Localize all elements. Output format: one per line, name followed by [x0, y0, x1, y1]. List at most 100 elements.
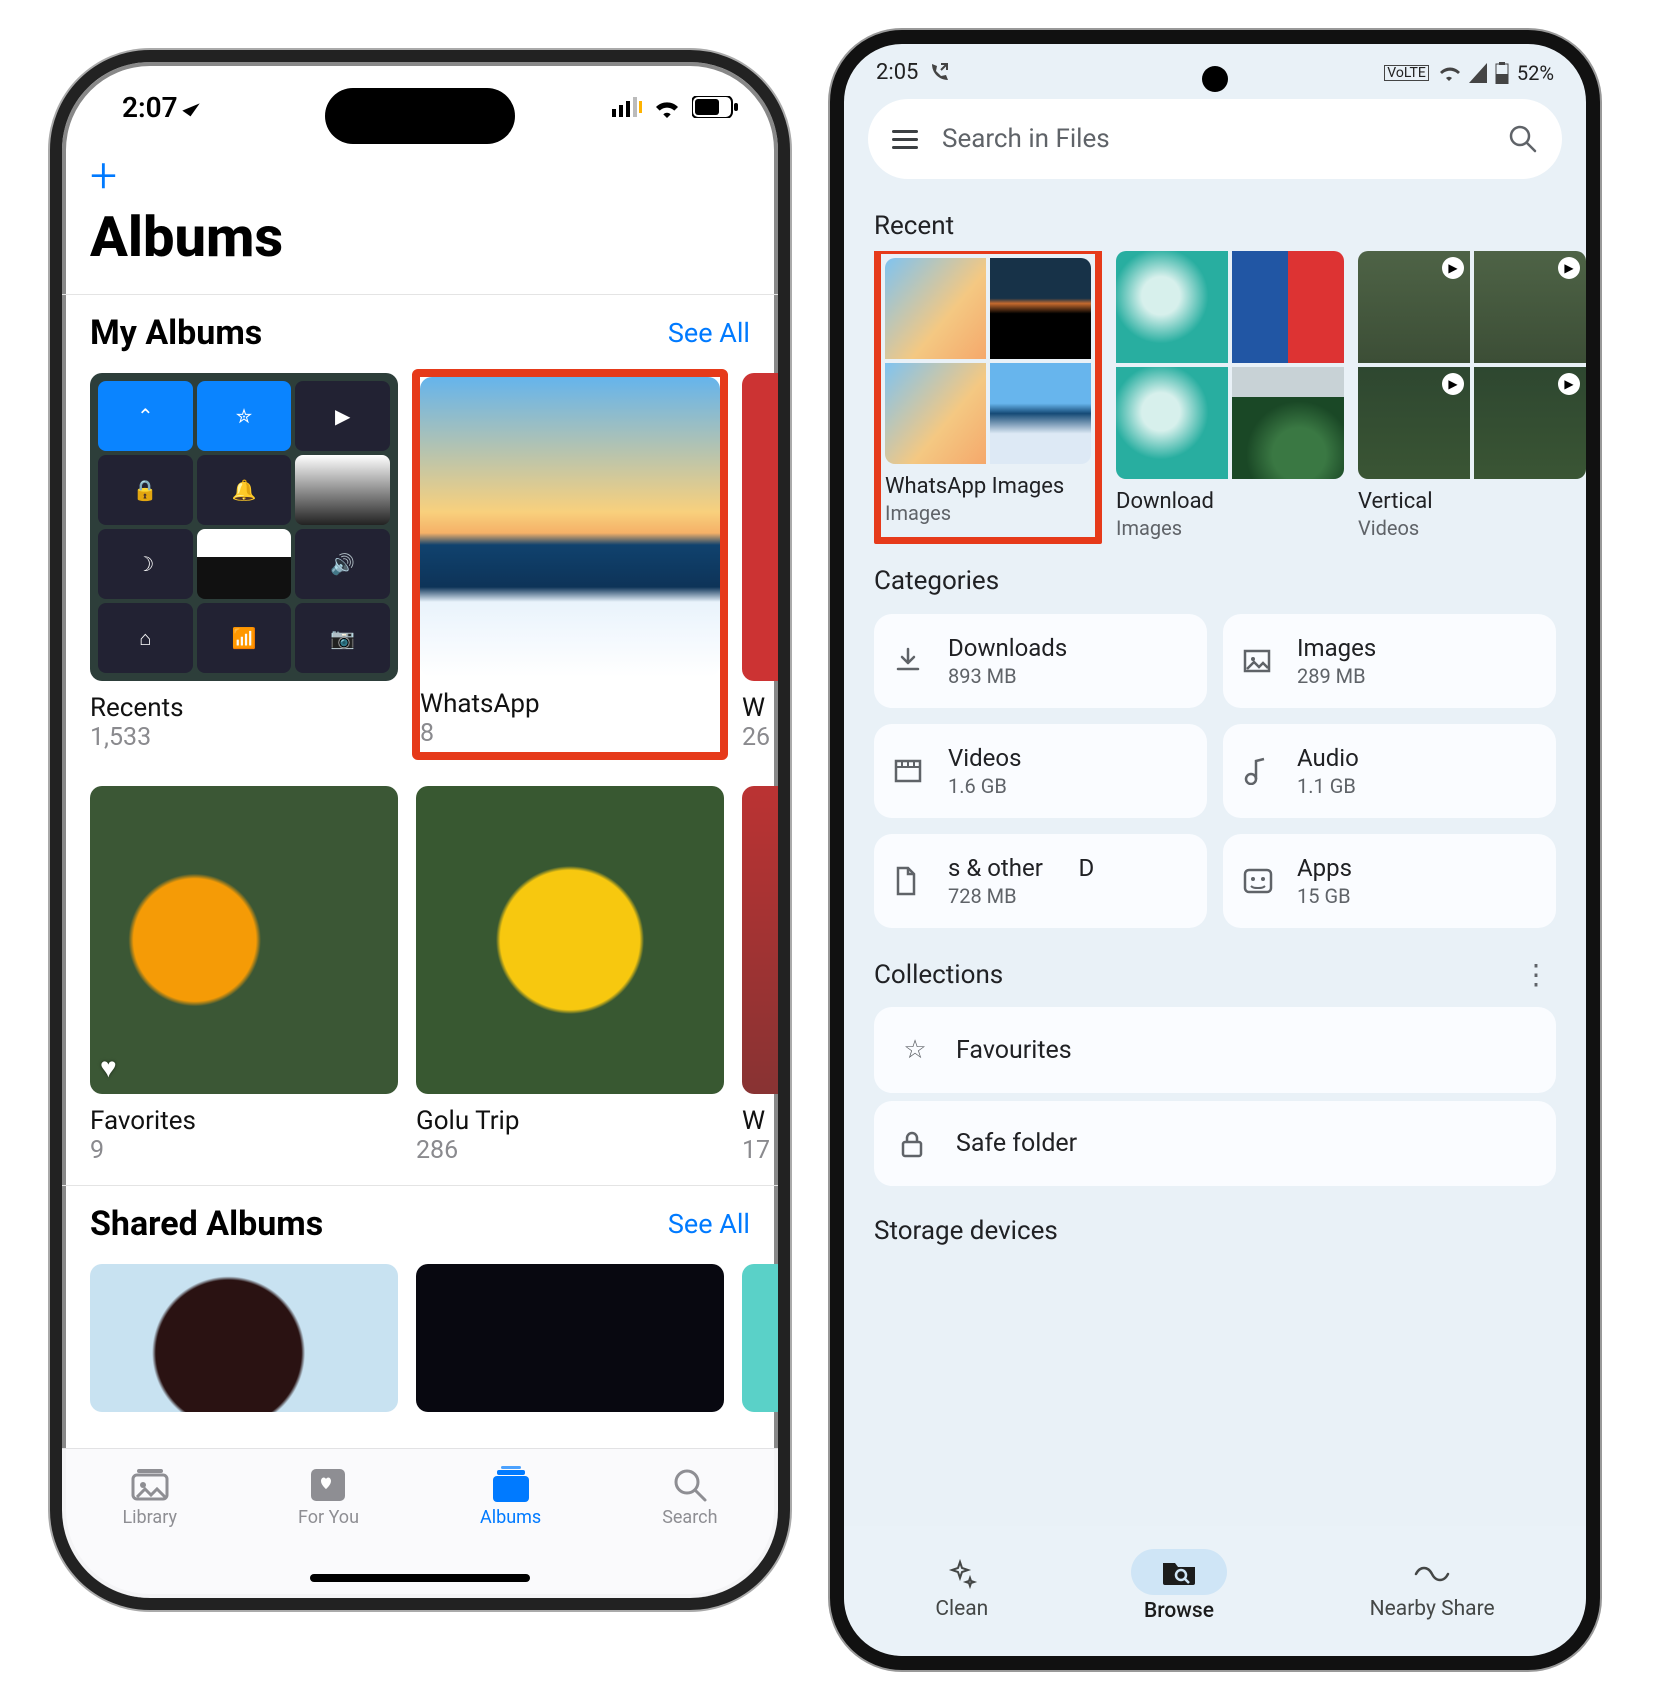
wifi-icon	[1437, 63, 1461, 83]
album-thumb	[416, 1264, 724, 1412]
more-icon[interactable]: ⋮	[1522, 958, 1550, 991]
ios-tabbar: Library For You Albums Search	[62, 1448, 778, 1598]
category-label: s & other D	[948, 854, 1094, 882]
album-thumb	[416, 786, 724, 1094]
album-thumb	[420, 377, 720, 677]
play-icon: ▶	[1442, 373, 1464, 395]
android-nav: Clean Browse Nearby Share	[844, 1526, 1586, 1656]
collection-safe-folder[interactable]: Safe folder	[874, 1101, 1556, 1186]
category-audio[interactable]: Audio1.1 GB	[1223, 724, 1556, 818]
tab-for-you[interactable]: For You	[298, 1463, 359, 1528]
signal-icon	[1469, 63, 1487, 83]
recent-whatsapp-images[interactable]: WhatsApp Images Images	[874, 251, 1102, 544]
category-sub: 289 MB	[1297, 664, 1376, 688]
shared-album-2[interactable]	[416, 1264, 724, 1412]
album-name: W	[742, 693, 778, 723]
shared-album-1[interactable]	[90, 1264, 398, 1412]
albums-icon	[490, 1466, 532, 1504]
album-thumb: ⌃✮▶ 🔒🔔 ☽🔊 ⌂📶📷	[90, 373, 398, 681]
recent-thumb-grid	[1116, 251, 1344, 479]
download-icon	[894, 647, 926, 675]
cellular-icon	[612, 97, 642, 117]
search-icon[interactable]	[1508, 124, 1538, 154]
play-icon: ▶	[1442, 257, 1464, 279]
my-albums-see-all[interactable]: See All	[668, 317, 750, 349]
album-name: Golu Trip	[416, 1106, 724, 1136]
category-apps[interactable]: Apps15 GB	[1223, 834, 1556, 928]
shared-album-3[interactable]	[742, 1264, 778, 1412]
star-icon: ☆	[900, 1035, 930, 1065]
album-name: WhatsApp	[420, 689, 720, 719]
my-albums-title: My Albums	[90, 313, 262, 353]
page-title: Albums	[62, 200, 778, 294]
category-label: Videos	[948, 744, 1021, 772]
album-name: Favorites	[90, 1106, 398, 1136]
category-images[interactable]: Images289 MB	[1223, 614, 1556, 708]
recent-type: Images	[885, 501, 1091, 525]
recent-type: Videos	[1358, 516, 1586, 540]
album-partial-2[interactable]: W 17	[742, 786, 778, 1165]
tab-label: For You	[298, 1507, 359, 1528]
my-albums-row: ⌃✮▶ 🔒🔔 ☽🔊 ⌂📶📷 Recents 1,533 WhatsApp 8 W…	[62, 363, 778, 776]
plus-icon: +	[90, 147, 117, 204]
shared-albums-title: Shared Albums	[90, 1204, 323, 1244]
tab-albums[interactable]: Albums	[480, 1463, 541, 1528]
battery-icon	[1495, 62, 1509, 84]
collections-title: Collections	[874, 960, 1003, 990]
tab-library[interactable]: Library	[122, 1463, 177, 1528]
collection-favourites[interactable]: ☆ Favourites	[874, 1007, 1556, 1093]
for-you-icon	[309, 1467, 347, 1503]
album-thumb	[90, 1264, 398, 1412]
tab-label: Albums	[480, 1507, 541, 1528]
android-frame: 2:05 VoLTE 52% Search in Files Recent	[830, 30, 1600, 1670]
album-thumb	[742, 373, 778, 681]
category-sub: 893 MB	[948, 664, 1067, 688]
location-icon	[182, 98, 199, 117]
album-partial-1[interactable]: W 26	[742, 373, 778, 756]
tab-search[interactable]: Search	[662, 1463, 717, 1528]
album-favorites[interactable]: ♥ Favorites 9	[90, 786, 398, 1165]
tab-label: Library	[122, 1507, 177, 1528]
recent-row: WhatsApp Images Images Download Images ▶…	[844, 251, 1586, 544]
shared-albums-row	[62, 1254, 778, 1432]
wifi-icon	[652, 96, 682, 118]
recent-name: Vertical	[1358, 489, 1586, 514]
collection-label: Safe folder	[956, 1129, 1077, 1158]
home-indicator[interactable]	[310, 1574, 530, 1582]
android-screen: 2:05 VoLTE 52% Search in Files Recent	[844, 44, 1586, 1656]
menu-icon[interactable]	[892, 130, 918, 149]
lock-icon	[900, 1130, 930, 1158]
heart-icon: ♥	[100, 1051, 117, 1084]
recent-thumb-grid: ▶ ▶ ▶ ▶	[1358, 251, 1586, 479]
audio-icon	[1243, 757, 1275, 785]
album-count: 286	[416, 1136, 724, 1165]
nav-clean[interactable]: Clean	[935, 1551, 988, 1621]
album-golu-trip[interactable]: Golu Trip 286	[416, 786, 724, 1165]
category-videos[interactable]: Videos1.6 GB	[874, 724, 1207, 818]
play-icon: ▶	[1558, 257, 1580, 279]
recent-vertical[interactable]: ▶ ▶ ▶ ▶ Vertical Videos	[1358, 251, 1586, 544]
add-button[interactable]: +	[62, 152, 778, 200]
folder-search-icon	[1131, 1549, 1227, 1595]
recent-title: Recent	[844, 189, 1586, 251]
category-sub: 728 MB	[948, 884, 1094, 908]
album-thumb: ♥	[90, 786, 398, 1094]
recent-download[interactable]: Download Images	[1116, 251, 1344, 544]
album-recents[interactable]: ⌃✮▶ 🔒🔔 ☽🔊 ⌂📶📷 Recents 1,533	[90, 373, 398, 756]
album-whatsapp[interactable]: WhatsApp 8	[416, 373, 724, 756]
nav-nearby-share[interactable]: Nearby Share	[1370, 1551, 1495, 1621]
recent-name: WhatsApp Images	[885, 474, 1091, 499]
album-count: 9	[90, 1136, 398, 1165]
album-count: 26	[742, 723, 778, 752]
battery-icon	[692, 96, 738, 118]
share-icon	[1370, 1551, 1495, 1597]
category-documents[interactable]: s & other D728 MB	[874, 834, 1207, 928]
nav-label: Browse	[1131, 1599, 1227, 1623]
category-sub: 1.1 GB	[1297, 774, 1359, 798]
category-label: Images	[1297, 634, 1376, 662]
ios-status-bar: 2:07	[62, 62, 778, 152]
category-downloads[interactable]: Downloads893 MB	[874, 614, 1207, 708]
shared-see-all[interactable]: See All	[668, 1208, 750, 1240]
search-bar[interactable]: Search in Files	[868, 99, 1562, 179]
nav-browse[interactable]: Browse	[1131, 1549, 1227, 1623]
